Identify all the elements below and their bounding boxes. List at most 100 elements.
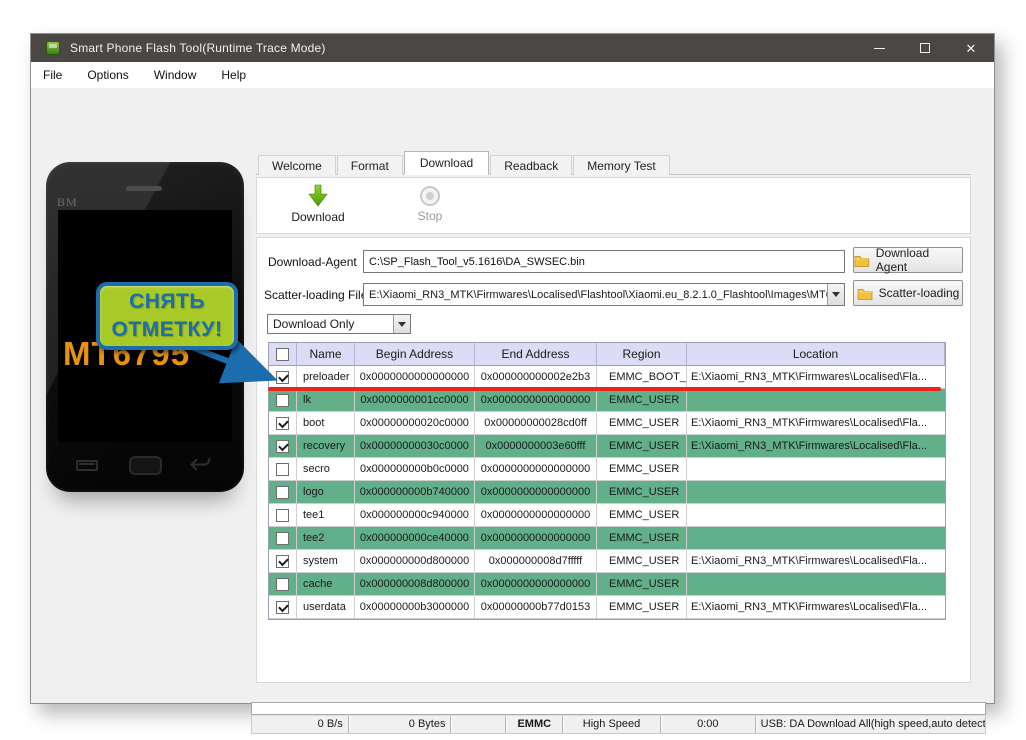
menu-item-help[interactable]: Help (221, 64, 257, 86)
row-checkbox-secro[interactable] (269, 458, 297, 481)
cell-region: EMMC_BOOT_1 (597, 366, 687, 389)
tab-format[interactable]: Format (336, 155, 403, 175)
stop-button[interactable]: Stop (397, 182, 463, 228)
cell-region: EMMC_USER (597, 481, 687, 504)
menu-item-file[interactable]: File (43, 64, 73, 86)
row-checkbox-logo[interactable] (269, 481, 297, 504)
row-checkbox-lk[interactable] (269, 389, 297, 412)
checkbox-checked[interactable] (276, 554, 289, 568)
checkbox-checked[interactable] (276, 600, 289, 614)
column-header-begin-address[interactable]: Begin Address (355, 343, 475, 366)
column-header-region[interactable]: Region (597, 343, 687, 366)
title-bar: Smart Phone Flash Tool(Runtime Trace Mod… (31, 34, 994, 62)
cell-region: EMMC_USER (597, 596, 687, 619)
close-icon: ✕ (965, 40, 977, 56)
row-checkbox-tee1[interactable] (269, 504, 297, 527)
download-mode-combobox[interactable]: Download Only (267, 314, 411, 334)
minimize-button[interactable] (856, 34, 902, 62)
table-row-lk[interactable]: lk 0x0000000001cc0000 0x0000000000000000 EM… (269, 389, 945, 412)
annotation-underline (268, 387, 941, 391)
cell-region: EMMC_USER (597, 412, 687, 435)
scatter-combo-arrow-icon[interactable] (827, 284, 844, 305)
row-checkbox-recovery[interactable] (269, 435, 297, 458)
cell-begin-address: 0x000000000ce40000 (355, 527, 475, 550)
tab-memory-test[interactable]: Memory Test (573, 155, 670, 175)
column-header-end-address[interactable]: End Address (475, 343, 597, 366)
table-row-preloader[interactable]: preloader 0x0000000000000000 0x00000000000… (269, 366, 945, 389)
cell-name: tee2 (297, 527, 355, 550)
tab-welcome[interactable]: Welcome (258, 155, 336, 175)
menu-item-options[interactable]: Options (87, 64, 139, 86)
cell-location: E:\Xiaomi_RN3_MTK\Firmwares\Localised\Fl… (687, 550, 945, 573)
partition-table: Name Begin Address End Address Region Locati… (268, 342, 946, 620)
phone-home-button-icon (129, 456, 162, 475)
close-button[interactable]: ✕ (948, 34, 994, 62)
table-header-row: Name Begin Address End Address Region Locati… (269, 343, 945, 366)
cell-begin-address: 0x0000000001cc0000 (355, 389, 475, 412)
cell-region: EMMC_USER (597, 389, 687, 412)
progress-bar (251, 702, 986, 715)
status-cell-usb-speed: High Speed (563, 716, 661, 733)
cell-end-address: 0x0000000000000000 (475, 527, 597, 550)
cell-location: E:\Xiaomi_RN3_MTK\Firmwares\Localised\Fl… (687, 412, 945, 435)
table-row-system[interactable]: system 0x000000000d800000 0x000000008d7fff… (269, 550, 945, 573)
scatter-loading-value: E:\Xiaomi_RN3_MTK\Firmwares\Localised\Fl… (369, 288, 827, 301)
table-row-secro[interactable]: secro 0x000000000b0c0000 0x000000000000000… (269, 458, 945, 481)
download-agent-button[interactable]: Download Agent (853, 246, 963, 274)
phone-menu-button-icon (76, 460, 98, 471)
maximize-button[interactable] (902, 34, 948, 62)
table-row-tee2[interactable]: tee2 0x000000000ce40000 0x0000000000000000… (269, 527, 945, 550)
download-button[interactable]: Download (285, 182, 351, 228)
checkbox-unchecked[interactable] (276, 485, 289, 499)
tab-download[interactable]: Download (403, 151, 490, 175)
checkbox-unchecked[interactable] (276, 531, 289, 545)
client-area: BM MT6795 СНЯТЬ ОТМЕТКУ! Welcome Format … (31, 88, 994, 734)
minimize-icon (873, 47, 885, 49)
download-agent-input[interactable] (363, 250, 845, 273)
table-row-logo[interactable]: logo 0x000000000b740000 0x0000000000000000… (269, 481, 945, 504)
table-row-cache[interactable]: cache 0x000000008d800000 0x000000000000000… (269, 573, 945, 596)
column-header-name[interactable]: Name (297, 343, 355, 366)
cell-end-address: 0x000000008d7fffff (475, 550, 597, 573)
scatter-loading-combobox[interactable]: E:\Xiaomi_RN3_MTK\Firmwares\Localised\Fl… (363, 283, 845, 306)
row-checkbox-system[interactable] (269, 550, 297, 573)
cell-region: EMMC_USER (597, 458, 687, 481)
cell-begin-address: 0x00000000020c0000 (355, 412, 475, 435)
status-cell-bytes: 0 Bytes (349, 716, 452, 733)
cell-region: EMMC_USER (597, 527, 687, 550)
phone-back-button-icon (190, 457, 211, 471)
tab-readback[interactable]: Readback (490, 155, 573, 175)
cell-location (687, 504, 945, 527)
cell-begin-address: 0x000000000b0c0000 (355, 458, 475, 481)
scatter-loading-button[interactable]: Scatter-loading (853, 280, 963, 306)
cell-location: E:\Xiaomi_RN3_MTK\Firmwares\Localised\Fl… (687, 596, 945, 619)
checkbox-unchecked[interactable] (276, 508, 289, 522)
checkbox-unchecked[interactable] (276, 462, 289, 476)
mode-combo-arrow-icon[interactable] (393, 315, 410, 333)
scatter-loading-label: Scatter-loading File (264, 288, 368, 302)
callout-text-line2: ОТМЕТКУ! (111, 318, 223, 341)
menu-item-window[interactable]: Window (154, 64, 208, 86)
cell-location (687, 389, 945, 412)
row-checkbox-cache[interactable] (269, 573, 297, 596)
row-checkbox-boot[interactable] (269, 412, 297, 435)
table-row-recovery[interactable]: recovery 0x00000000030c0000 0x0000000003e6… (269, 435, 945, 458)
table-row-userdata[interactable]: userdata 0x00000000b3000000 0x00000000b77d… (269, 596, 945, 619)
table-row-boot[interactable]: boot 0x00000000020c0000 0x00000000028cd0ff… (269, 412, 945, 435)
row-checkbox-userdata[interactable] (269, 596, 297, 619)
status-cell-spare (451, 716, 507, 733)
table-row-tee1[interactable]: tee1 0x000000000c940000 0x0000000000000000… (269, 504, 945, 527)
cell-name: system (297, 550, 355, 573)
checkbox-checked[interactable] (276, 439, 289, 453)
toolbar-panel: Download Stop (256, 177, 971, 234)
row-checkbox-tee2[interactable] (269, 527, 297, 550)
checkbox-unchecked[interactable] (276, 393, 289, 407)
cell-name: secro (297, 458, 355, 481)
cell-name: cache (297, 573, 355, 596)
checkbox-checked[interactable] (276, 416, 289, 430)
checkbox-unchecked[interactable] (276, 577, 289, 591)
tab-bar: Welcome Format Download Readback Memory Test (256, 151, 971, 175)
annotation-callout: СНЯТЬ ОТМЕТКУ! (96, 282, 238, 350)
cell-begin-address: 0x000000000c940000 (355, 504, 475, 527)
column-header-location[interactable]: Location (687, 343, 945, 366)
